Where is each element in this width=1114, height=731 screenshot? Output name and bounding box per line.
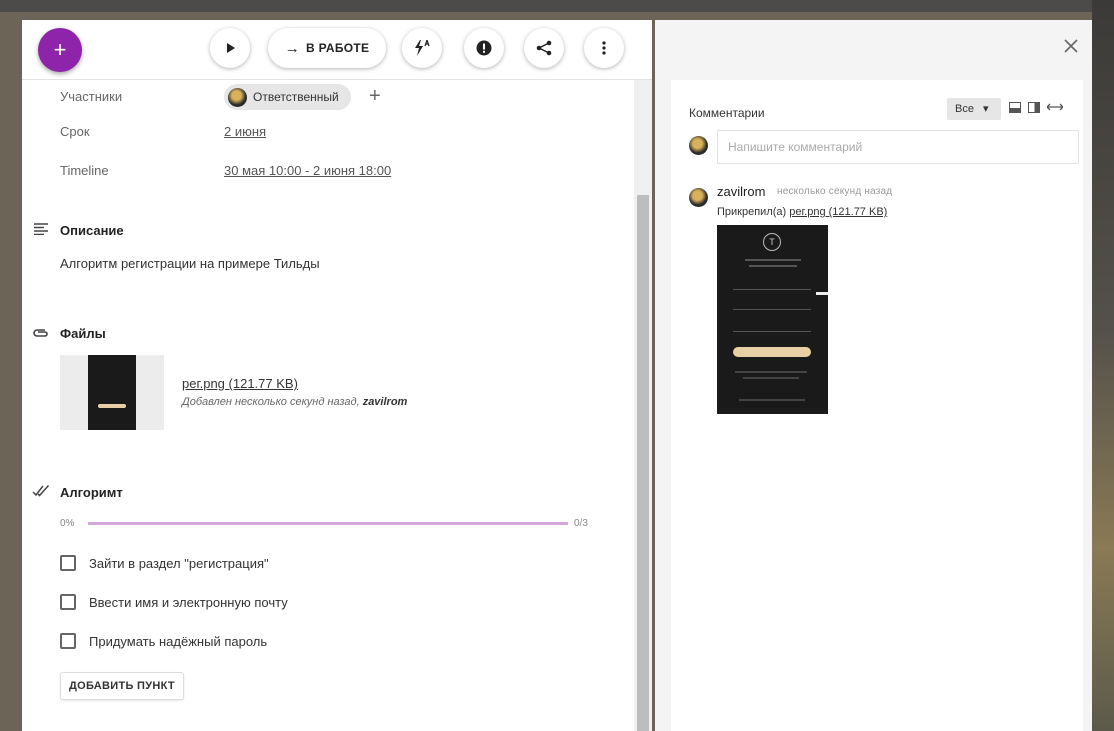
checklist-item-label: Придумать надёжный пароль <box>89 633 268 649</box>
description-title: Описание <box>60 223 124 238</box>
share-button[interactable] <box>524 28 564 68</box>
file-added-text: Добавлен несколько секунд назад, <box>182 396 360 408</box>
avatar <box>228 87 247 107</box>
status-button[interactable]: → В РАБОТЕ <box>268 28 386 68</box>
text-lines-icon <box>30 222 52 239</box>
comments-filter-select[interactable]: Все ▾ <box>947 98 1001 120</box>
scrollbar-thumb[interactable] <box>637 195 649 731</box>
current-user-avatar <box>689 136 708 155</box>
comment-time: несколько секунд назад <box>777 186 893 197</box>
file-author: zavilrom <box>362 396 408 408</box>
more-button[interactable] <box>584 28 624 68</box>
alert-button[interactable] <box>464 28 504 68</box>
comment-attachment-preview[interactable]: T <box>717 225 828 414</box>
dock-right-icon[interactable] <box>1028 101 1040 113</box>
comment-author-avatar <box>689 188 708 207</box>
participant-role: Ответственный <box>253 90 339 104</box>
files-header: Файлы <box>30 325 106 342</box>
file-thumbnail[interactable] <box>60 355 164 430</box>
description-header: Описание <box>30 222 124 239</box>
participants-label: Участники <box>60 89 123 104</box>
logo-icon: T <box>763 233 781 251</box>
comments-panel: Комментарии Все ▾ zavilrom несколько сек… <box>655 20 1092 731</box>
priority-button[interactable] <box>402 28 442 68</box>
comments-title: Комментарии <box>689 106 765 120</box>
progress-percent: 0% <box>60 518 75 529</box>
chevron-down-icon: ▾ <box>983 103 989 115</box>
comment-input[interactable] <box>717 130 1079 164</box>
description-text[interactable]: Алгоритм регистрации на примере Тильды <box>60 256 320 271</box>
view-toggles <box>1009 100 1070 114</box>
expand-horizontal-icon[interactable] <box>1046 100 1064 114</box>
task-toolbar: + → В РАБОТЕ <box>22 20 652 80</box>
participant-chip[interactable]: Ответственный <box>224 84 351 110</box>
add-checklist-item-button[interactable]: ДОБАВИТЬ ПУНКТ <box>60 672 184 700</box>
comments-card: Комментарии Все ▾ zavilrom несколько сек… <box>671 80 1083 731</box>
checklist-item[interactable]: Зайти в раздел "регистрация" <box>60 555 269 571</box>
checkbox[interactable] <box>60 594 76 610</box>
more-vertical-icon <box>602 41 606 55</box>
register-button-preview <box>733 347 811 357</box>
double-check-icon <box>30 484 52 501</box>
task-panel: + → В РАБОТЕ Участники Ответственный + С… <box>22 20 652 731</box>
checklist-item[interactable]: Придумать надёжный пароль <box>60 633 267 649</box>
file-name-link[interactable]: рег.png (121.77 KB) <box>182 376 298 391</box>
background-photo-edge <box>1092 0 1114 731</box>
share-icon <box>536 40 552 56</box>
dock-bottom-icon[interactable] <box>1009 101 1021 113</box>
progress-count: 0/3 <box>574 518 588 529</box>
close-button[interactable] <box>1064 36 1078 59</box>
checklist-item[interactable]: Ввести имя и электронную почту <box>60 594 288 610</box>
due-label: Срок <box>60 124 90 139</box>
checklist-title: Алгоримт <box>60 485 123 500</box>
due-date-link[interactable]: 2 июня <box>224 124 266 139</box>
comment-action: Прикрепил(а) <box>717 206 787 218</box>
comment-text: Прикрепил(а) рег.png (121.77 KB) <box>717 206 887 218</box>
lightning-icon <box>415 40 430 56</box>
timeline-label: Timeline <box>60 163 109 178</box>
file-meta: Добавлен несколько секунд назад, zavilro… <box>182 396 407 408</box>
alert-icon <box>476 40 492 56</box>
checklist-header: Алгоримт <box>30 484 123 501</box>
checkbox[interactable] <box>60 555 76 571</box>
comment-author[interactable]: zavilrom <box>717 184 765 199</box>
scrollbar[interactable] <box>634 20 652 731</box>
play-button[interactable] <box>210 28 250 68</box>
arrow-right-icon: → <box>284 39 300 57</box>
timeline-link[interactable]: 30 мая 10:00 - 2 июня 18:00 <box>224 163 391 178</box>
filter-value: Все <box>955 103 974 115</box>
status-label: В РАБОТЕ <box>306 41 370 55</box>
add-participant-button[interactable]: + <box>369 85 381 108</box>
checklist-item-label: Зайти в раздел "регистрация" <box>89 555 269 571</box>
window-top-edge <box>0 0 1114 12</box>
play-icon <box>227 43 235 53</box>
checklist-item-label: Ввести имя и электронную почту <box>89 594 288 610</box>
comment-file-link[interactable]: рег.png (121.77 KB) <box>789 206 887 218</box>
phone-screenshot-preview <box>88 355 136 430</box>
add-button[interactable]: + <box>38 28 82 72</box>
attachment-icon <box>30 325 52 342</box>
checkbox[interactable] <box>60 633 76 649</box>
progress-bar <box>88 522 568 525</box>
files-title: Файлы <box>60 326 106 341</box>
close-icon <box>1064 39 1078 53</box>
